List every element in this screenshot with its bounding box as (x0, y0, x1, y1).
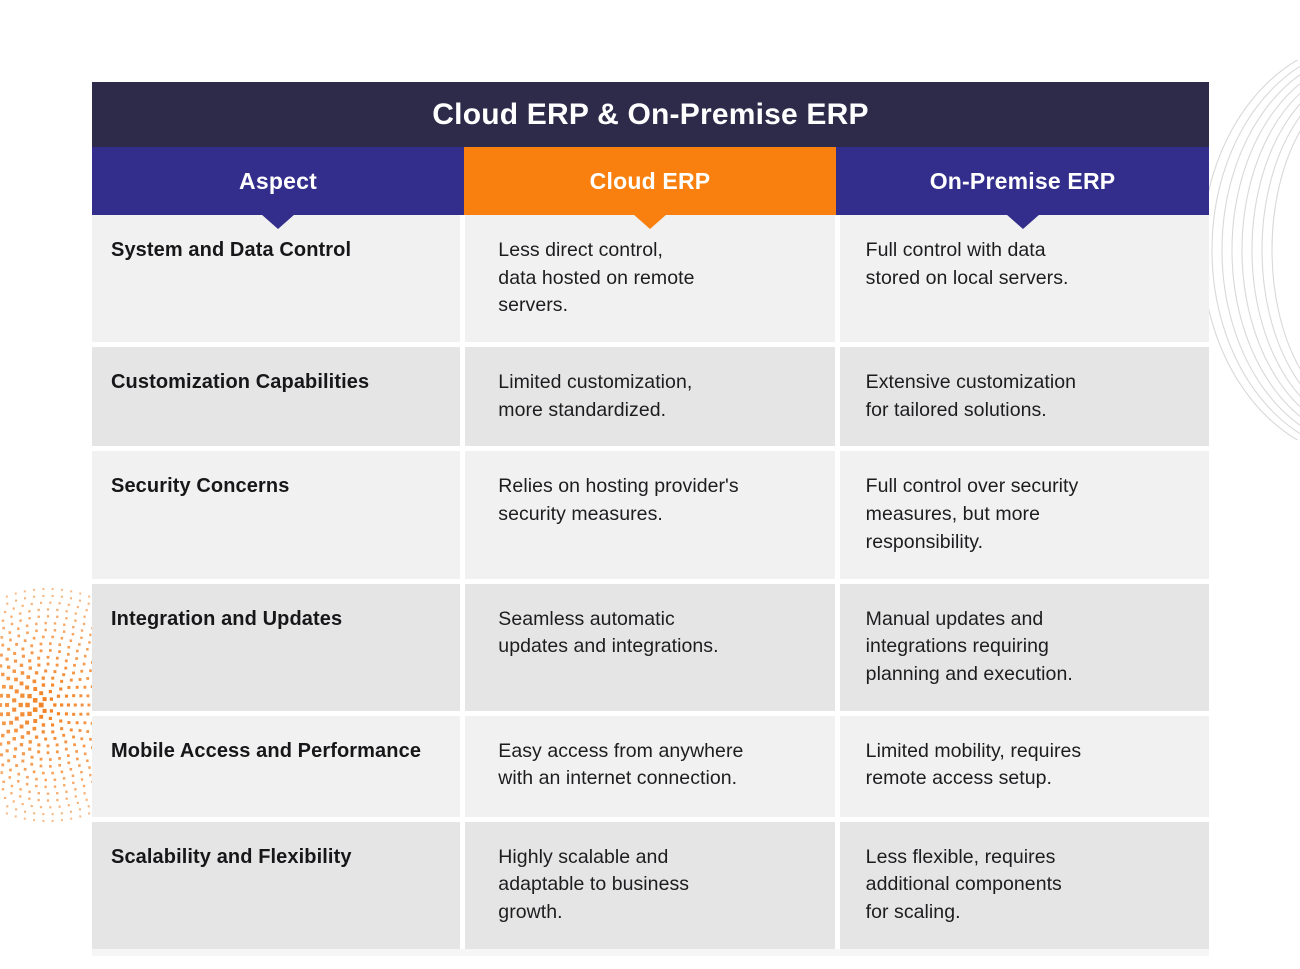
table-row: Security Concerns Relies on hosting prov… (92, 451, 1209, 579)
cell-aspect: Security Concerns (92, 451, 461, 579)
cloud-erp-detail: Highly scalable and adaptable to busines… (498, 845, 690, 923)
table-body: System and Data Control Less direct cont… (92, 215, 1209, 949)
aspect-label: Integration and Updates (111, 607, 343, 630)
cell-cloud-erp: Seamless automatic updates and integrati… (465, 583, 835, 711)
cloud-erp-detail: Seamless automatic updates and integrati… (498, 607, 719, 658)
cell-on-premise-erp: Extensive customization for tailored sol… (839, 347, 1209, 447)
cell-cloud-erp: Highly scalable and adaptable to busines… (465, 821, 835, 949)
table-row: Scalability and Flexibility Highly scala… (92, 821, 1209, 949)
aspect-label: Scalability and Flexibility (111, 845, 352, 868)
cloud-erp-detail: Relies on hosting provider's security me… (498, 475, 739, 526)
cell-cloud-erp: Relies on hosting provider's security me… (465, 451, 835, 579)
table-row: Mobile Access and Performance Easy acces… (92, 715, 1209, 817)
cell-on-premise-erp: Less flexible, requires additional compo… (839, 821, 1209, 949)
chevron-down-icon-on-premise-erp (1005, 214, 1040, 229)
cell-on-premise-erp: Full control with data stored on local s… (839, 215, 1209, 343)
cell-on-premise-erp: Full control over security measures, but… (839, 451, 1209, 579)
comparison-table: Cloud ERP & On-Premise ERP Aspect Cloud … (92, 82, 1209, 956)
on-premise-erp-detail: Full control over security measures, but… (865, 475, 1079, 553)
cloud-erp-detail: Less direct control, data hosted on remo… (498, 239, 695, 317)
on-premise-erp-detail: Extensive customization for tailored sol… (865, 371, 1076, 421)
cell-aspect: Scalability and Flexibility (92, 821, 461, 949)
cell-aspect: System and Data Control (92, 215, 461, 343)
table-title: Cloud ERP & On-Premise ERP (92, 82, 1209, 147)
cell-aspect: Customization Capabilities (92, 347, 461, 447)
aspect-label: Security Concerns (111, 475, 290, 498)
column-header-aspect[interactable]: Aspect (92, 147, 464, 229)
cell-on-premise-erp: Manual updates and integrations requirin… (839, 583, 1209, 711)
column-header-cloud-erp-label: Cloud ERP (589, 167, 711, 194)
on-premise-erp-detail: Less flexible, requires additional compo… (865, 845, 1062, 923)
column-header-cloud-erp[interactable]: Cloud ERP (464, 147, 836, 229)
aspect-label: Mobile Access and Performance (111, 739, 422, 762)
table-row: System and Data Control Less direct cont… (92, 215, 1209, 343)
on-premise-erp-detail: Full control with data stored on local s… (865, 239, 1069, 289)
table-row: Integration and Updates Seamless automat… (92, 583, 1209, 711)
table-header-row: Aspect Cloud ERP On-Premise ERP (92, 147, 1209, 229)
table-bottom-edge (92, 948, 1209, 956)
chevron-down-icon-aspect (261, 214, 295, 229)
column-header-on-premise-erp[interactable]: On-Premise ERP (836, 147, 1209, 229)
aspect-label: Customization Capabilities (111, 371, 370, 394)
cell-aspect: Mobile Access and Performance (92, 715, 461, 817)
cell-cloud-erp: Easy access from anywhere with an intern… (465, 715, 835, 817)
cloud-erp-detail: Limited customization, more standardized… (498, 371, 693, 421)
on-premise-erp-detail: Limited mobility, requires remote access… (865, 739, 1082, 790)
table-row: Customization Capabilities Limited custo… (92, 347, 1209, 447)
cell-cloud-erp: Less direct control, data hosted on remo… (465, 215, 835, 343)
chevron-down-icon-cloud-erp (633, 214, 667, 229)
column-header-aspect-label: Aspect (239, 167, 317, 194)
cell-on-premise-erp: Limited mobility, requires remote access… (839, 715, 1209, 817)
aspect-label: System and Data Control (111, 239, 352, 261)
cell-aspect: Integration and Updates (92, 583, 461, 711)
cloud-erp-detail: Easy access from anywhere with an intern… (498, 739, 744, 790)
on-premise-erp-detail: Manual updates and integrations requirin… (865, 607, 1073, 685)
cell-cloud-erp: Limited customization, more standardized… (465, 347, 835, 447)
column-header-on-premise-erp-label: On-Premise ERP (929, 167, 1116, 194)
